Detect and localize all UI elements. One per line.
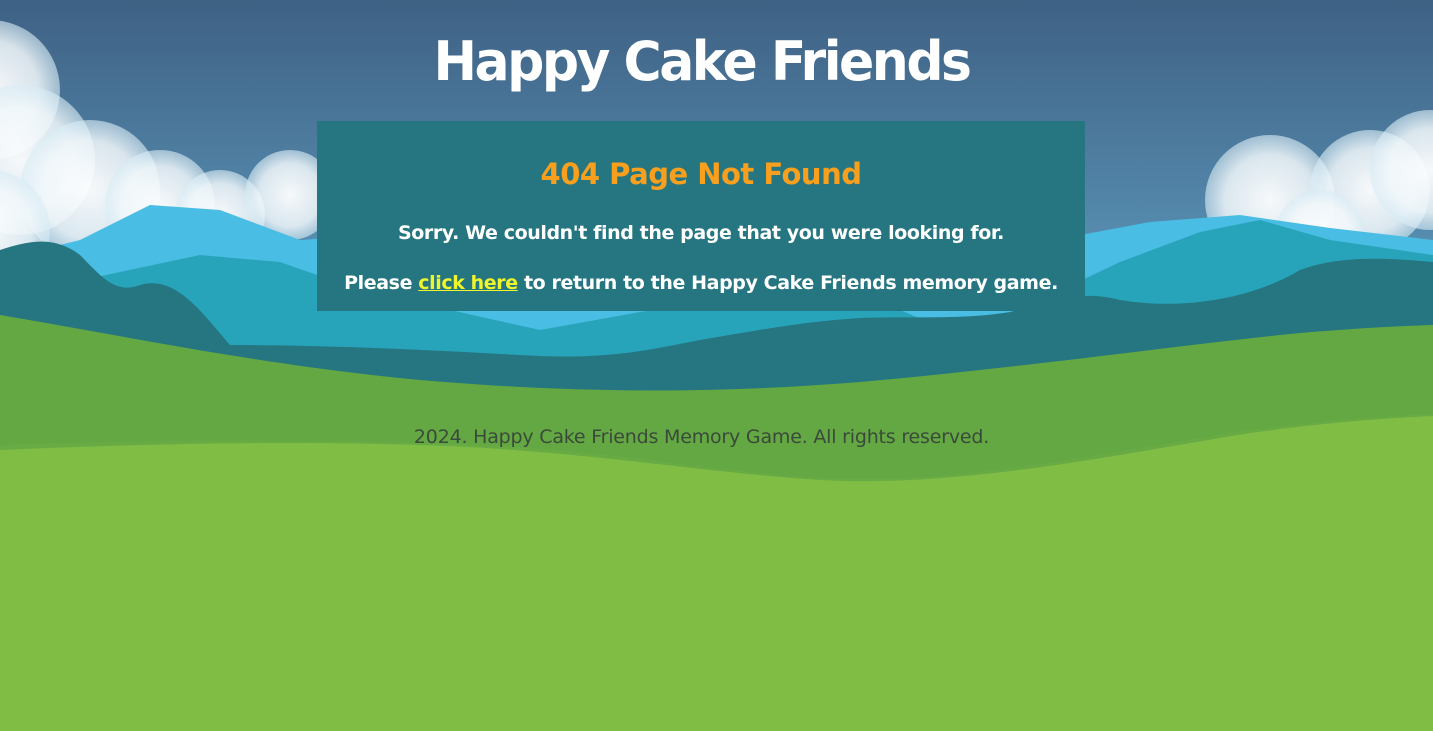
error-notice-box: 404 Page Not Found Sorry. We couldn't fi…	[317, 121, 1085, 311]
footer-copyright: 2024. Happy Cake Friends Memory Game. Al…	[413, 426, 990, 448]
return-to-game-link[interactable]: click here	[418, 272, 518, 294]
error-message: Sorry. We couldn't find the page that yo…	[397, 222, 1004, 244]
return-prompt: Please click here to return to the Happy…	[317, 272, 1085, 294]
return-prompt-suffix: to return to the Happy Cake Friends memo…	[517, 272, 1058, 294]
error-heading: 404 Page Not Found	[540, 157, 862, 191]
landscape-background	[0, 0, 1433, 731]
return-prompt-prefix: Please	[344, 272, 419, 294]
site-title: Happy Cake Friends	[433, 30, 973, 94]
